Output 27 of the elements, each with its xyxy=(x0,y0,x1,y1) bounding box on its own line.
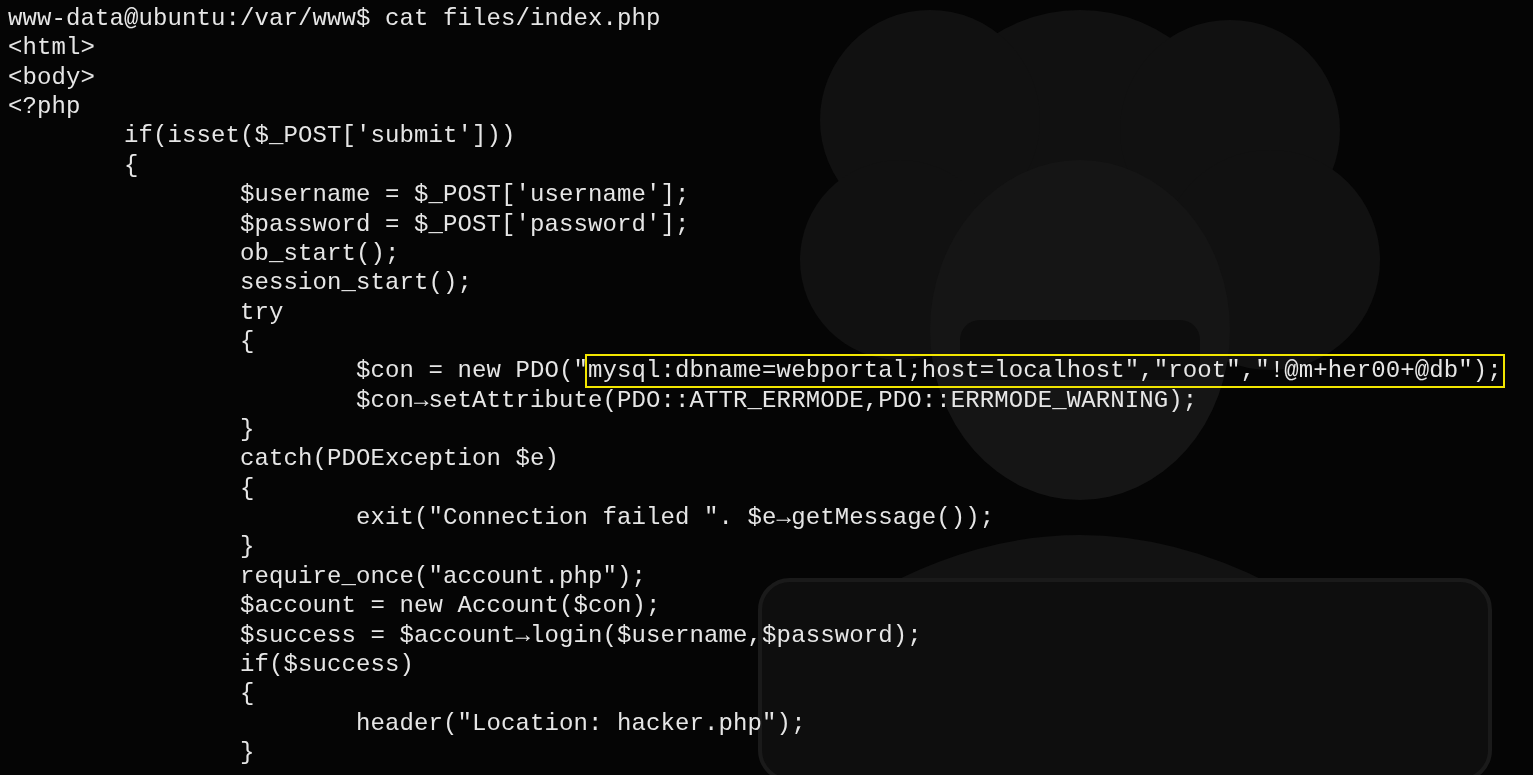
code-line: { xyxy=(239,326,255,357)
code-line: catch(PDOException $e) xyxy=(239,444,560,474)
code-line: { xyxy=(123,150,139,181)
code-line: { xyxy=(239,473,255,504)
code-line: <?php xyxy=(8,92,81,122)
code-line: try xyxy=(239,297,284,327)
code-line: $con = new PDO(" xyxy=(355,356,589,386)
code-line: } xyxy=(239,738,255,768)
code-line: if($success) xyxy=(239,649,415,680)
code-line: session_start(); xyxy=(239,268,473,298)
code-line: $password = $_POST['password']; xyxy=(239,209,690,239)
code-line: if(isset($_POST['submit'])) xyxy=(123,121,516,151)
code-line: $account = new Account($con); xyxy=(239,591,661,621)
command-prompt: www-data@ubuntu:/var/www$ cat files/index.php xyxy=(8,4,661,34)
code-line: $username = $_POST['username']; xyxy=(239,180,690,210)
code-line: } xyxy=(239,532,255,562)
code-line: $success = $account→login($username,$password); xyxy=(239,620,922,650)
code-line: header("Location: hacker.php"); xyxy=(355,708,806,738)
code-line: require_once("account.php"); xyxy=(239,561,647,592)
code-line: { xyxy=(239,679,255,709)
code-line: exit("Connection failed ". $e→getMessage()); xyxy=(355,503,995,533)
code-line: ob_start(); xyxy=(239,238,400,269)
code-line: <html> xyxy=(8,33,95,63)
code-line: } xyxy=(239,415,255,445)
code-line: <body> xyxy=(8,62,95,93)
code-line: $con→setAttribute(PDO::ATTR_ERRMODE,PDO::ERRMODE_WARNING); xyxy=(355,385,1198,416)
highlighted-credentials: mysql:dbname=webportal;host=localhost","root","!@m+her00+@db"); xyxy=(587,356,1503,386)
